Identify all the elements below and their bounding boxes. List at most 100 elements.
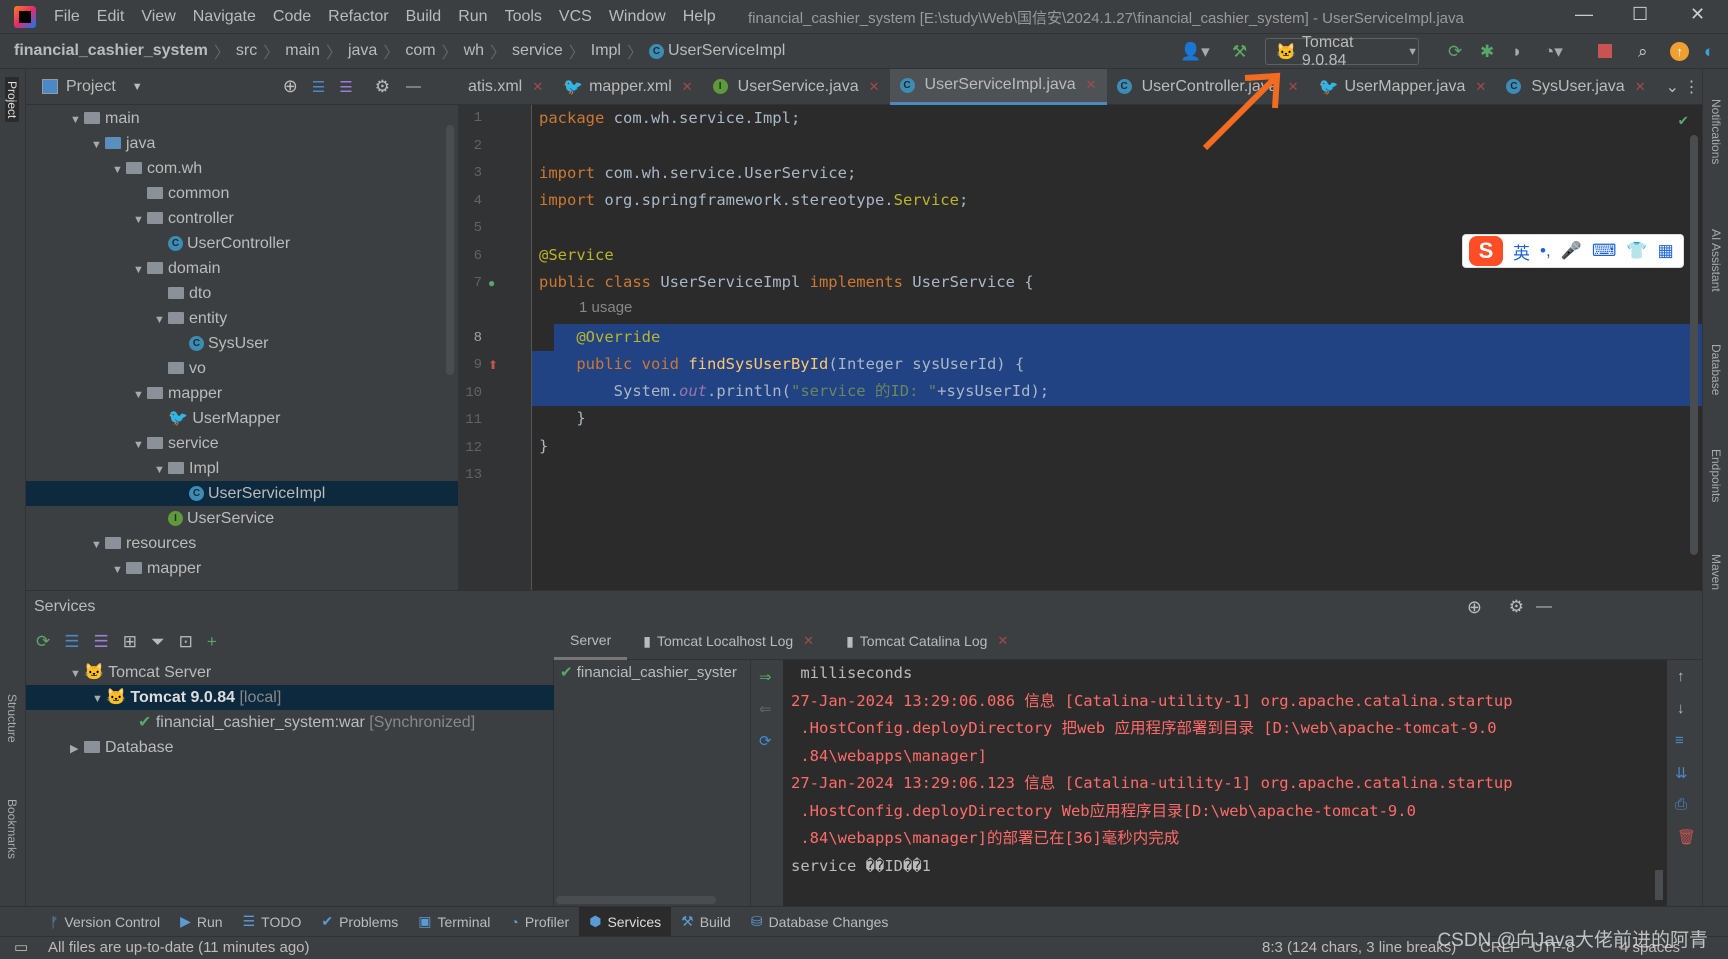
status-toggle-icon[interactable]: ▭ <box>14 937 28 959</box>
expand-all-icon[interactable]: ☰ <box>64 632 79 652</box>
close-icon[interactable]: ✕ <box>1086 77 1097 93</box>
tool-window-build[interactable]: ⚒ Build <box>671 907 741 937</box>
tree-item[interactable]: I UserService <box>26 506 458 531</box>
close-window-button[interactable]: ✕ <box>1690 4 1705 25</box>
tree-item[interactable]: common <box>26 181 458 206</box>
tree-item-tomcat-instance[interactable]: ▼ 🐱 Tomcat 9.0.84 [local] <box>26 685 554 710</box>
spring-bean-icon[interactable]: ● <box>488 276 495 290</box>
project-panel-title[interactable]: Project <box>66 78 116 96</box>
tree-scrollbar[interactable] <box>446 125 454 375</box>
breadcrumb-item[interactable]: java <box>348 42 377 60</box>
locate-icon[interactable]: ⊕ <box>283 76 298 97</box>
tab-server[interactable]: Server <box>554 623 628 660</box>
tabs-more-button[interactable]: ⌄ ⋮ <box>1656 69 1710 105</box>
close-icon[interactable]: ✕ <box>869 79 880 95</box>
debug-icon[interactable]: ✱ <box>1480 42 1494 62</box>
tree-item[interactable]: C UserServiceImpl <box>26 481 458 506</box>
tree-item[interactable]: ▼ domain <box>26 256 458 281</box>
tool-window-run[interactable]: ▶ Run <box>170 907 232 937</box>
chevron-down-icon[interactable]: ▼ <box>91 133 105 158</box>
tree-item[interactable]: ▼ Impl <box>26 456 458 481</box>
collapse-all-icon[interactable]: ☰ <box>339 78 352 96</box>
chevron-down-icon[interactable]: ▼ <box>154 308 168 333</box>
microphone-icon[interactable]: 🎤 <box>1561 241 1582 261</box>
rerun-icon[interactable]: ⟳ <box>1448 42 1462 62</box>
collapse-all-icon[interactable]: ☰ <box>94 632 109 652</box>
menu-window[interactable]: Window <box>609 8 666 26</box>
maximize-button[interactable]: ☐ <box>1632 4 1648 25</box>
editor-tab[interactable]: I UserService.java ✕ <box>703 69 890 105</box>
editor-scrollbar[interactable] <box>1690 135 1698 555</box>
bookmarks-tool-button[interactable]: Bookmarks <box>5 799 19 859</box>
gear-icon[interactable]: ⚙ <box>1509 597 1524 617</box>
tree-item[interactable]: ▼ java <box>26 131 458 156</box>
keyboard-icon[interactable]: ⌨ <box>1592 241 1617 261</box>
editor-tab[interactable]: C SysUser.java ✕ <box>1496 69 1655 105</box>
editor-tab[interactable]: 🐦 UserMapper.java ✕ <box>1309 69 1497 105</box>
scroll-down-icon[interactable]: ↓ <box>1677 700 1685 717</box>
tool-window-version-control[interactable]: ᚠ Version Control <box>40 907 170 937</box>
editor-tab[interactable]: C UserServiceImpl.java ✕ <box>889 68 1107 105</box>
print-icon[interactable]: ⎙ <box>1675 796 1687 813</box>
close-icon[interactable]: ✕ <box>532 79 543 95</box>
chevron-down-icon[interactable]: ▼ <box>91 533 105 558</box>
minimize-button[interactable]: — <box>1575 4 1593 25</box>
plugin-icon[interactable]: ◐ <box>1704 42 1714 62</box>
maven-tool-button[interactable]: Maven <box>1709 554 1723 590</box>
toolbox-icon[interactable]: ▦ <box>1658 241 1674 261</box>
code-editor[interactable]: package com.wh.service.Impl; import com.… <box>532 105 1702 590</box>
horizontal-scrollbar[interactable] <box>556 896 716 904</box>
menu-view[interactable]: View <box>141 8 175 26</box>
deployment-item[interactable]: ✔ financial_cashier_syster <box>554 660 750 684</box>
chevron-down-icon[interactable]: ▼ <box>133 433 147 458</box>
menu-edit[interactable]: Edit <box>97 8 125 26</box>
tree-item[interactable]: C UserController <box>26 231 458 256</box>
tool-window-terminal[interactable]: ▣ Terminal <box>408 907 500 937</box>
tree-item[interactable]: ▼ service <box>26 431 458 456</box>
chevron-down-icon[interactable]: ▼ <box>133 383 147 408</box>
group-icon[interactable]: ⊞ <box>123 632 137 652</box>
add-service-icon[interactable]: ⊕ <box>1467 597 1482 618</box>
endpoints-tool-button[interactable]: Endpoints <box>1709 449 1723 502</box>
tab-tomcat-catalina-log[interactable]: ▮ Tomcat Catalina Log ✕ <box>830 623 1024 660</box>
tool-window-profiler[interactable]: ◔ Profiler <box>500 907 579 937</box>
chevron-down-icon[interactable]: ▼ <box>133 208 147 233</box>
chevron-down-icon[interactable]: ▼ <box>132 81 143 93</box>
tree-item[interactable]: ▼ mapper <box>26 381 458 406</box>
coverage-icon[interactable]: ◗ <box>1512 42 1522 62</box>
menu-tools[interactable]: Tools <box>505 8 542 26</box>
menu-build[interactable]: Build <box>406 8 442 26</box>
menu-run[interactable]: Run <box>458 8 487 26</box>
hide-panel-icon[interactable]: — <box>406 78 421 95</box>
chevron-down-icon[interactable]: ▼ <box>154 458 168 483</box>
close-icon[interactable]: ✕ <box>1635 79 1646 95</box>
user-icon[interactable]: 👤▾ <box>1180 42 1210 62</box>
tree-item[interactable]: ▼ com.wh <box>26 156 458 181</box>
override-method-icon[interactable]: ⬆ <box>488 358 498 372</box>
run-configuration-select[interactable]: 🐱 Tomcat 9.0.84 ▼ <box>1265 34 1419 69</box>
menu-navigate[interactable]: Navigate <box>193 8 256 26</box>
breadcrumb-item[interactable]: wh <box>464 42 484 60</box>
tool-window-database-changes[interactable]: ⛁ Database Changes <box>741 907 899 937</box>
add-icon[interactable]: + <box>207 632 217 652</box>
menu-file[interactable]: File <box>54 8 80 26</box>
chevron-down-icon[interactable]: ▼ <box>112 558 126 583</box>
deploy-icon[interactable]: ⇒ <box>759 668 772 686</box>
menu-code[interactable]: Code <box>273 8 311 26</box>
menu-help[interactable]: Help <box>683 8 716 26</box>
gear-icon[interactable]: ⚙ <box>375 77 390 97</box>
tree-item[interactable]: ▼ entity <box>26 306 458 331</box>
tree-item-tomcat-server[interactable]: ▼ 🐱 Tomcat Server <box>26 660 554 685</box>
tree-item[interactable]: ▼ mapper <box>26 556 458 581</box>
no-problems-check-icon[interactable]: ✔ <box>1679 111 1688 129</box>
tree-item[interactable]: ▼ resources <box>26 531 458 556</box>
breadcrumb-item[interactable]: financial_cashier_system <box>14 42 208 60</box>
tree-item[interactable]: C SysUser <box>26 331 458 356</box>
tree-item[interactable]: vo <box>26 356 458 381</box>
tree-item[interactable]: dto <box>26 281 458 306</box>
breadcrumb-item[interactable]: Impl <box>591 42 621 60</box>
undeploy-icon[interactable]: ⇐ <box>759 700 772 718</box>
update-icon[interactable]: ↑ <box>1670 42 1689 61</box>
chevron-down-icon[interactable]: ▼ <box>70 108 84 133</box>
menu-refactor[interactable]: Refactor <box>328 8 388 26</box>
